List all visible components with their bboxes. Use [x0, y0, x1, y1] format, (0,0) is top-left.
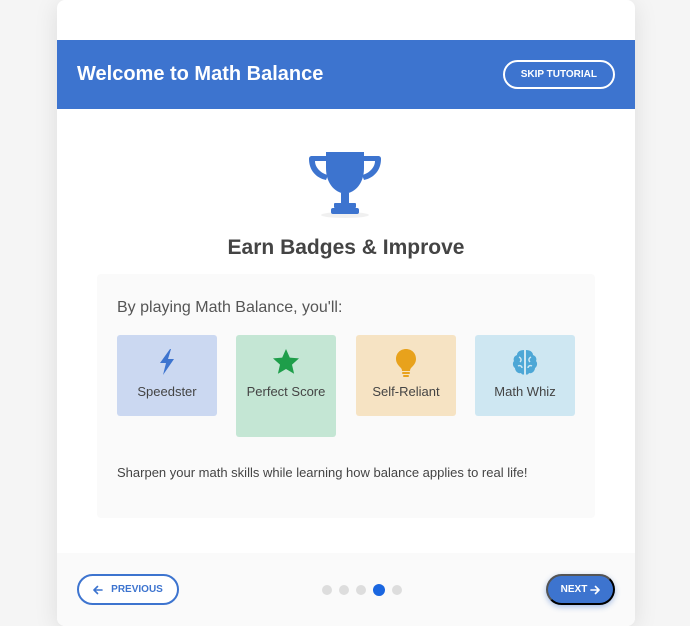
header-title: Welcome to Math Balance: [77, 63, 324, 85]
badge-perfect-score: Perfect Score: [236, 335, 336, 437]
step-dot[interactable]: [356, 585, 366, 595]
modal-footer: PREVIOUS NEXT: [57, 553, 635, 626]
content-box: By playing Math Balance, you'll: Speedst…: [97, 274, 595, 518]
badge-math-whiz: Math Whiz: [475, 335, 575, 416]
next-button[interactable]: NEXT: [546, 574, 615, 605]
star-icon: [273, 349, 299, 374]
lightbulb-icon: [396, 349, 416, 377]
step-indicator: [322, 584, 402, 596]
badge-label: Perfect Score: [246, 384, 326, 399]
step-dot-active[interactable]: [373, 584, 385, 596]
lightning-icon: [160, 349, 174, 375]
badge-label: Speedster: [137, 384, 197, 399]
tutorial-modal: Welcome to Math Balance SKIP TUTORIAL Ea…: [57, 0, 635, 626]
description-text: Sharpen your math skills while learning …: [117, 465, 528, 480]
step-dot[interactable]: [322, 585, 332, 595]
section-title: Earn Badges & Improve: [227, 236, 465, 259]
badge-speedster: Speedster: [117, 335, 217, 416]
next-label: NEXT: [560, 584, 588, 595]
modal-header: Welcome to Math Balance SKIP TUTORIAL: [57, 40, 635, 109]
step-dot[interactable]: [392, 585, 402, 595]
brain-icon: [512, 350, 538, 375]
arrow-left-icon: [93, 585, 103, 594]
badge-self-reliant: Self-Reliant: [356, 335, 456, 416]
arrow-right-icon: [590, 585, 601, 594]
intro-text: By playing Math Balance, you'll:: [117, 299, 343, 316]
trophy-icon: [309, 152, 381, 218]
badge-label: Math Whiz: [494, 384, 556, 399]
badge-label: Self-Reliant: [372, 384, 440, 399]
skip-tutorial-button[interactable]: SKIP TUTORIAL: [502, 60, 615, 89]
step-dot[interactable]: [339, 585, 349, 595]
previous-label: PREVIOUS: [111, 584, 163, 595]
previous-button[interactable]: PREVIOUS: [77, 574, 179, 605]
